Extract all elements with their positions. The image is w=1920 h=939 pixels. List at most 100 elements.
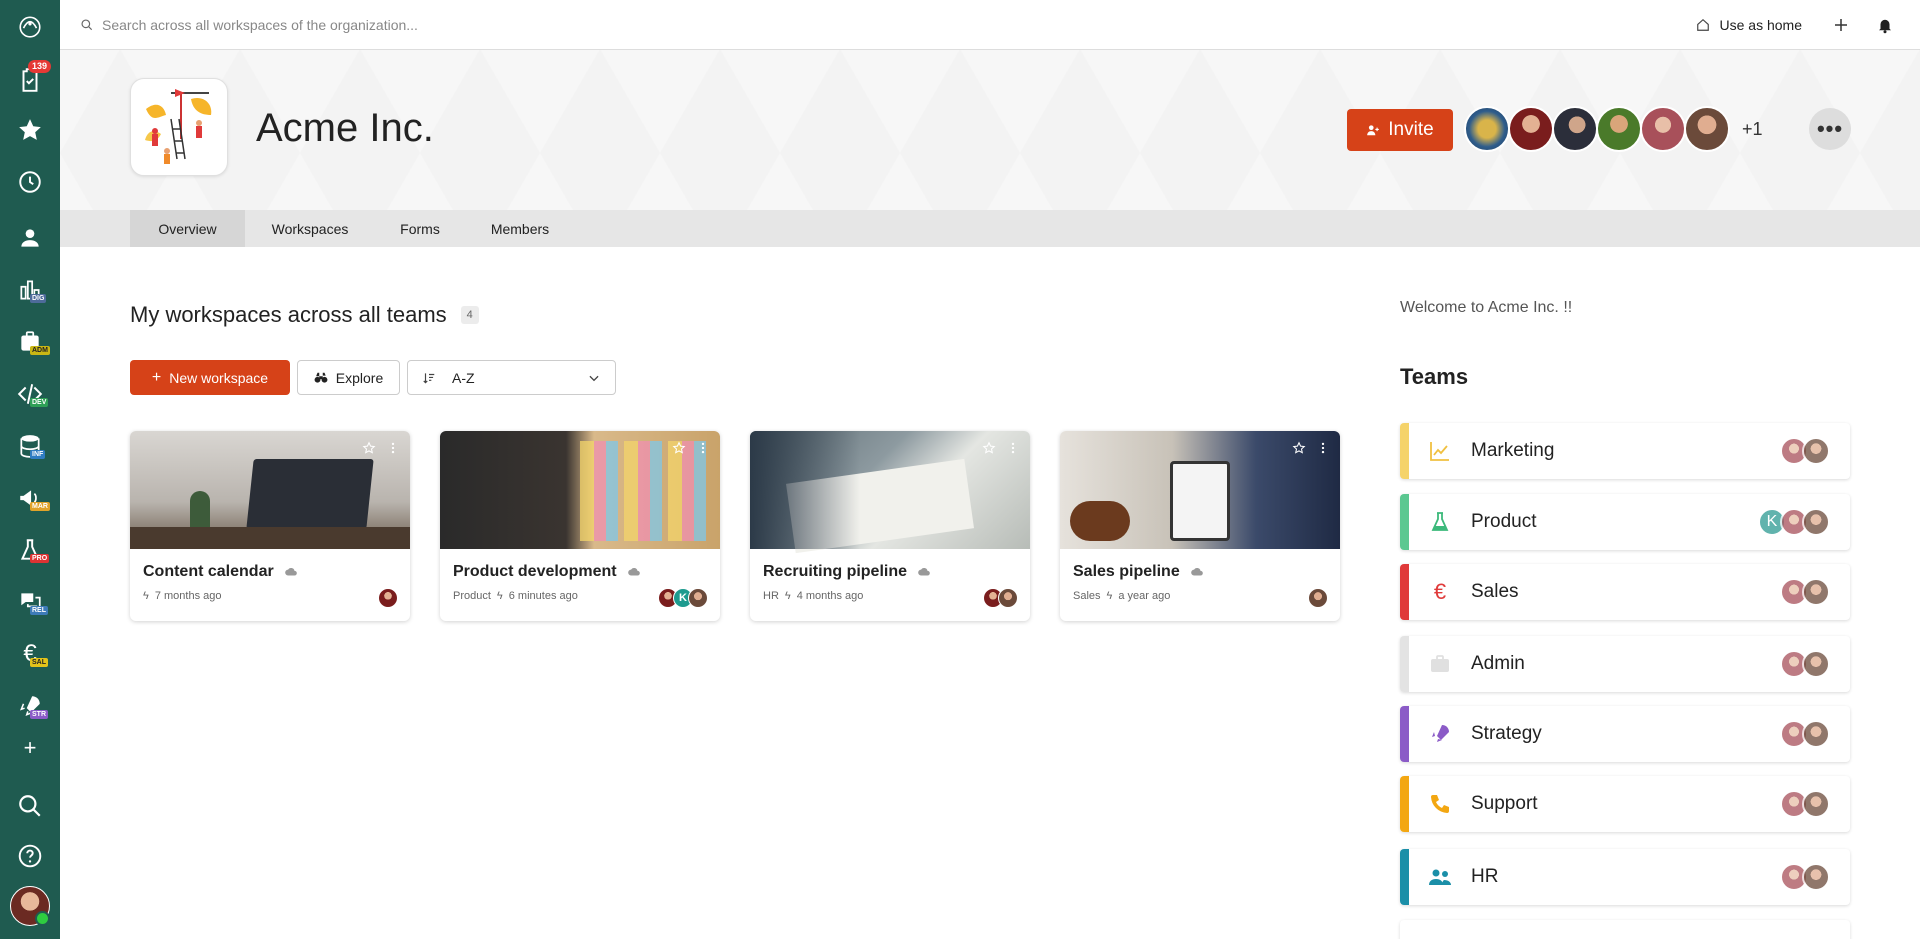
member-avatar[interactable] bbox=[1640, 106, 1686, 152]
workspace-rel-icon[interactable]: REL bbox=[0, 580, 60, 624]
help-question-icon[interactable] bbox=[0, 834, 60, 878]
workspace-tag: PRO bbox=[30, 554, 50, 563]
profile-person-icon[interactable] bbox=[0, 216, 60, 260]
member-avatar[interactable] bbox=[1552, 106, 1598, 152]
card-more-icon[interactable] bbox=[386, 441, 400, 455]
workspace-card[interactable]: Sales pipeline Sales ϟ a year ago bbox=[1060, 431, 1340, 621]
tasks-icon[interactable]: 139 bbox=[0, 58, 60, 102]
tab-members[interactable]: Members bbox=[465, 210, 575, 247]
user-avatar[interactable] bbox=[1802, 720, 1830, 748]
workspace-card[interactable]: Recruiting pipeline HR ϟ 4 months ago bbox=[750, 431, 1030, 621]
explore-button[interactable]: Explore bbox=[297, 360, 400, 395]
workspaces-title: My workspaces across all teams bbox=[130, 302, 447, 327]
workspace-tag: STR bbox=[30, 710, 48, 719]
workspace-card-avatars bbox=[983, 588, 1018, 608]
global-search-input[interactable] bbox=[102, 16, 802, 33]
member-avatar[interactable] bbox=[1508, 106, 1554, 152]
user-avatar[interactable] bbox=[1802, 508, 1830, 536]
user-avatar[interactable] bbox=[1802, 437, 1830, 465]
user-avatar[interactable] bbox=[1802, 790, 1830, 818]
workspace-card[interactable]: Content calendar ϟ 7 months ago bbox=[130, 431, 410, 621]
org-tabs: Overview Workspaces Forms Members bbox=[60, 210, 1920, 247]
workspace-card-image bbox=[440, 431, 720, 549]
workspace-adm-icon[interactable]: ADM bbox=[0, 320, 60, 364]
org-logo[interactable] bbox=[130, 78, 228, 176]
workspace-cards: Content calendar ϟ 7 months ago Product … bbox=[130, 431, 1340, 621]
user-avatar[interactable] bbox=[1802, 863, 1830, 891]
app-logo-icon[interactable] bbox=[0, 4, 60, 48]
org-more-options-icon[interactable]: ••• bbox=[1809, 108, 1851, 150]
workspace-dig-icon[interactable]: DIG bbox=[0, 268, 60, 312]
user-avatar[interactable] bbox=[688, 588, 708, 608]
workspace-card-title-text: Product development bbox=[453, 563, 617, 580]
tab-workspaces[interactable]: Workspaces bbox=[245, 210, 375, 247]
euro-icon: € bbox=[1433, 579, 1447, 604]
sort-select[interactable]: A-Z bbox=[407, 360, 616, 395]
user-avatar[interactable] bbox=[1308, 588, 1328, 608]
card-more-icon[interactable] bbox=[696, 441, 710, 455]
invite-label: Invite bbox=[1388, 119, 1434, 140]
workspace-card-avatars: K bbox=[658, 588, 708, 608]
workspace-mar-icon[interactable]: MAR bbox=[0, 476, 60, 520]
org-header: Acme Inc. Invite +1 ••• bbox=[60, 50, 1920, 210]
notifications-bell-icon[interactable] bbox=[1876, 16, 1894, 34]
workspace-inf-icon[interactable]: INF bbox=[0, 424, 60, 468]
favorite-star-icon[interactable] bbox=[1292, 441, 1306, 455]
team-name: Sales bbox=[1471, 581, 1519, 602]
tab-forms[interactable]: Forms bbox=[375, 210, 465, 247]
cloud-icon bbox=[1190, 568, 1203, 576]
team-color-stripe bbox=[1400, 564, 1409, 620]
use-as-home-button[interactable]: Use as home bbox=[1696, 17, 1802, 33]
team-item-strategy[interactable]: Strategy bbox=[1400, 706, 1850, 762]
workspace-sal-icon[interactable]: € SAL bbox=[0, 632, 60, 676]
card-more-icon[interactable] bbox=[1006, 441, 1020, 455]
team-item-product[interactable]: Product K bbox=[1400, 494, 1850, 550]
invite-button[interactable]: Invite bbox=[1347, 109, 1453, 151]
favorites-star-icon[interactable] bbox=[0, 108, 60, 152]
team-avatars bbox=[1780, 437, 1830, 465]
workspace-card[interactable]: Product development Product ϟ 6 minutes … bbox=[440, 431, 720, 621]
recent-clock-icon[interactable] bbox=[0, 160, 60, 204]
home-icon bbox=[1696, 18, 1709, 31]
workspace-pro-icon[interactable]: PRO bbox=[0, 528, 60, 572]
team-item-sales[interactable]: € Sales bbox=[1400, 564, 1850, 620]
left-nav-rail: 139 DIG ADM DEV INF MAR PRO REL € SAL ST… bbox=[0, 0, 60, 939]
extra-members-count[interactable]: +1 bbox=[1742, 119, 1763, 140]
favorite-star-icon[interactable] bbox=[982, 441, 996, 455]
favorite-star-icon[interactable] bbox=[672, 441, 686, 455]
add-plus-icon[interactable] bbox=[1832, 16, 1850, 34]
team-color-stripe bbox=[1400, 706, 1409, 762]
member-avatar[interactable] bbox=[1464, 106, 1510, 152]
workspace-dev-icon[interactable]: DEV bbox=[0, 372, 60, 416]
team-color-stripe bbox=[1400, 849, 1409, 905]
user-avatar[interactable] bbox=[378, 588, 398, 608]
team-item-support[interactable]: Support bbox=[1400, 776, 1850, 832]
member-avatars[interactable]: +1 bbox=[1464, 106, 1763, 152]
add-workspace-plus-icon[interactable]: + bbox=[0, 726, 60, 770]
briefcase-icon bbox=[1427, 651, 1453, 677]
user-avatar[interactable] bbox=[1802, 578, 1830, 606]
member-avatar[interactable] bbox=[1684, 106, 1730, 152]
user-avatar[interactable] bbox=[1802, 650, 1830, 678]
workspace-tag: DEV bbox=[30, 398, 49, 407]
user-avatar[interactable] bbox=[998, 588, 1018, 608]
tab-overview[interactable]: Overview bbox=[130, 210, 245, 247]
team-item-marketing[interactable]: Marketing bbox=[1400, 423, 1850, 479]
member-avatar[interactable] bbox=[1596, 106, 1642, 152]
favorite-star-icon[interactable] bbox=[362, 441, 376, 455]
new-workspace-button[interactable]: + New workspace bbox=[130, 360, 290, 395]
team-name: Product bbox=[1471, 511, 1537, 532]
workspace-str-icon[interactable]: STR bbox=[0, 684, 60, 728]
card-more-icon[interactable] bbox=[1316, 441, 1330, 455]
team-item-admin[interactable]: Admin bbox=[1400, 636, 1850, 692]
workspace-card-image bbox=[750, 431, 1030, 554]
current-user-avatar[interactable] bbox=[10, 886, 50, 926]
team-avatars bbox=[1780, 790, 1830, 818]
workspace-card-team: HR bbox=[763, 590, 779, 602]
team-item-hr[interactable]: HR bbox=[1400, 849, 1850, 905]
team-item-partial[interactable] bbox=[1400, 920, 1850, 939]
team-name: Admin bbox=[1471, 653, 1525, 674]
team-color-stripe bbox=[1400, 423, 1409, 479]
rail-search-icon[interactable] bbox=[0, 784, 60, 828]
workspace-tag: INF bbox=[30, 450, 46, 459]
